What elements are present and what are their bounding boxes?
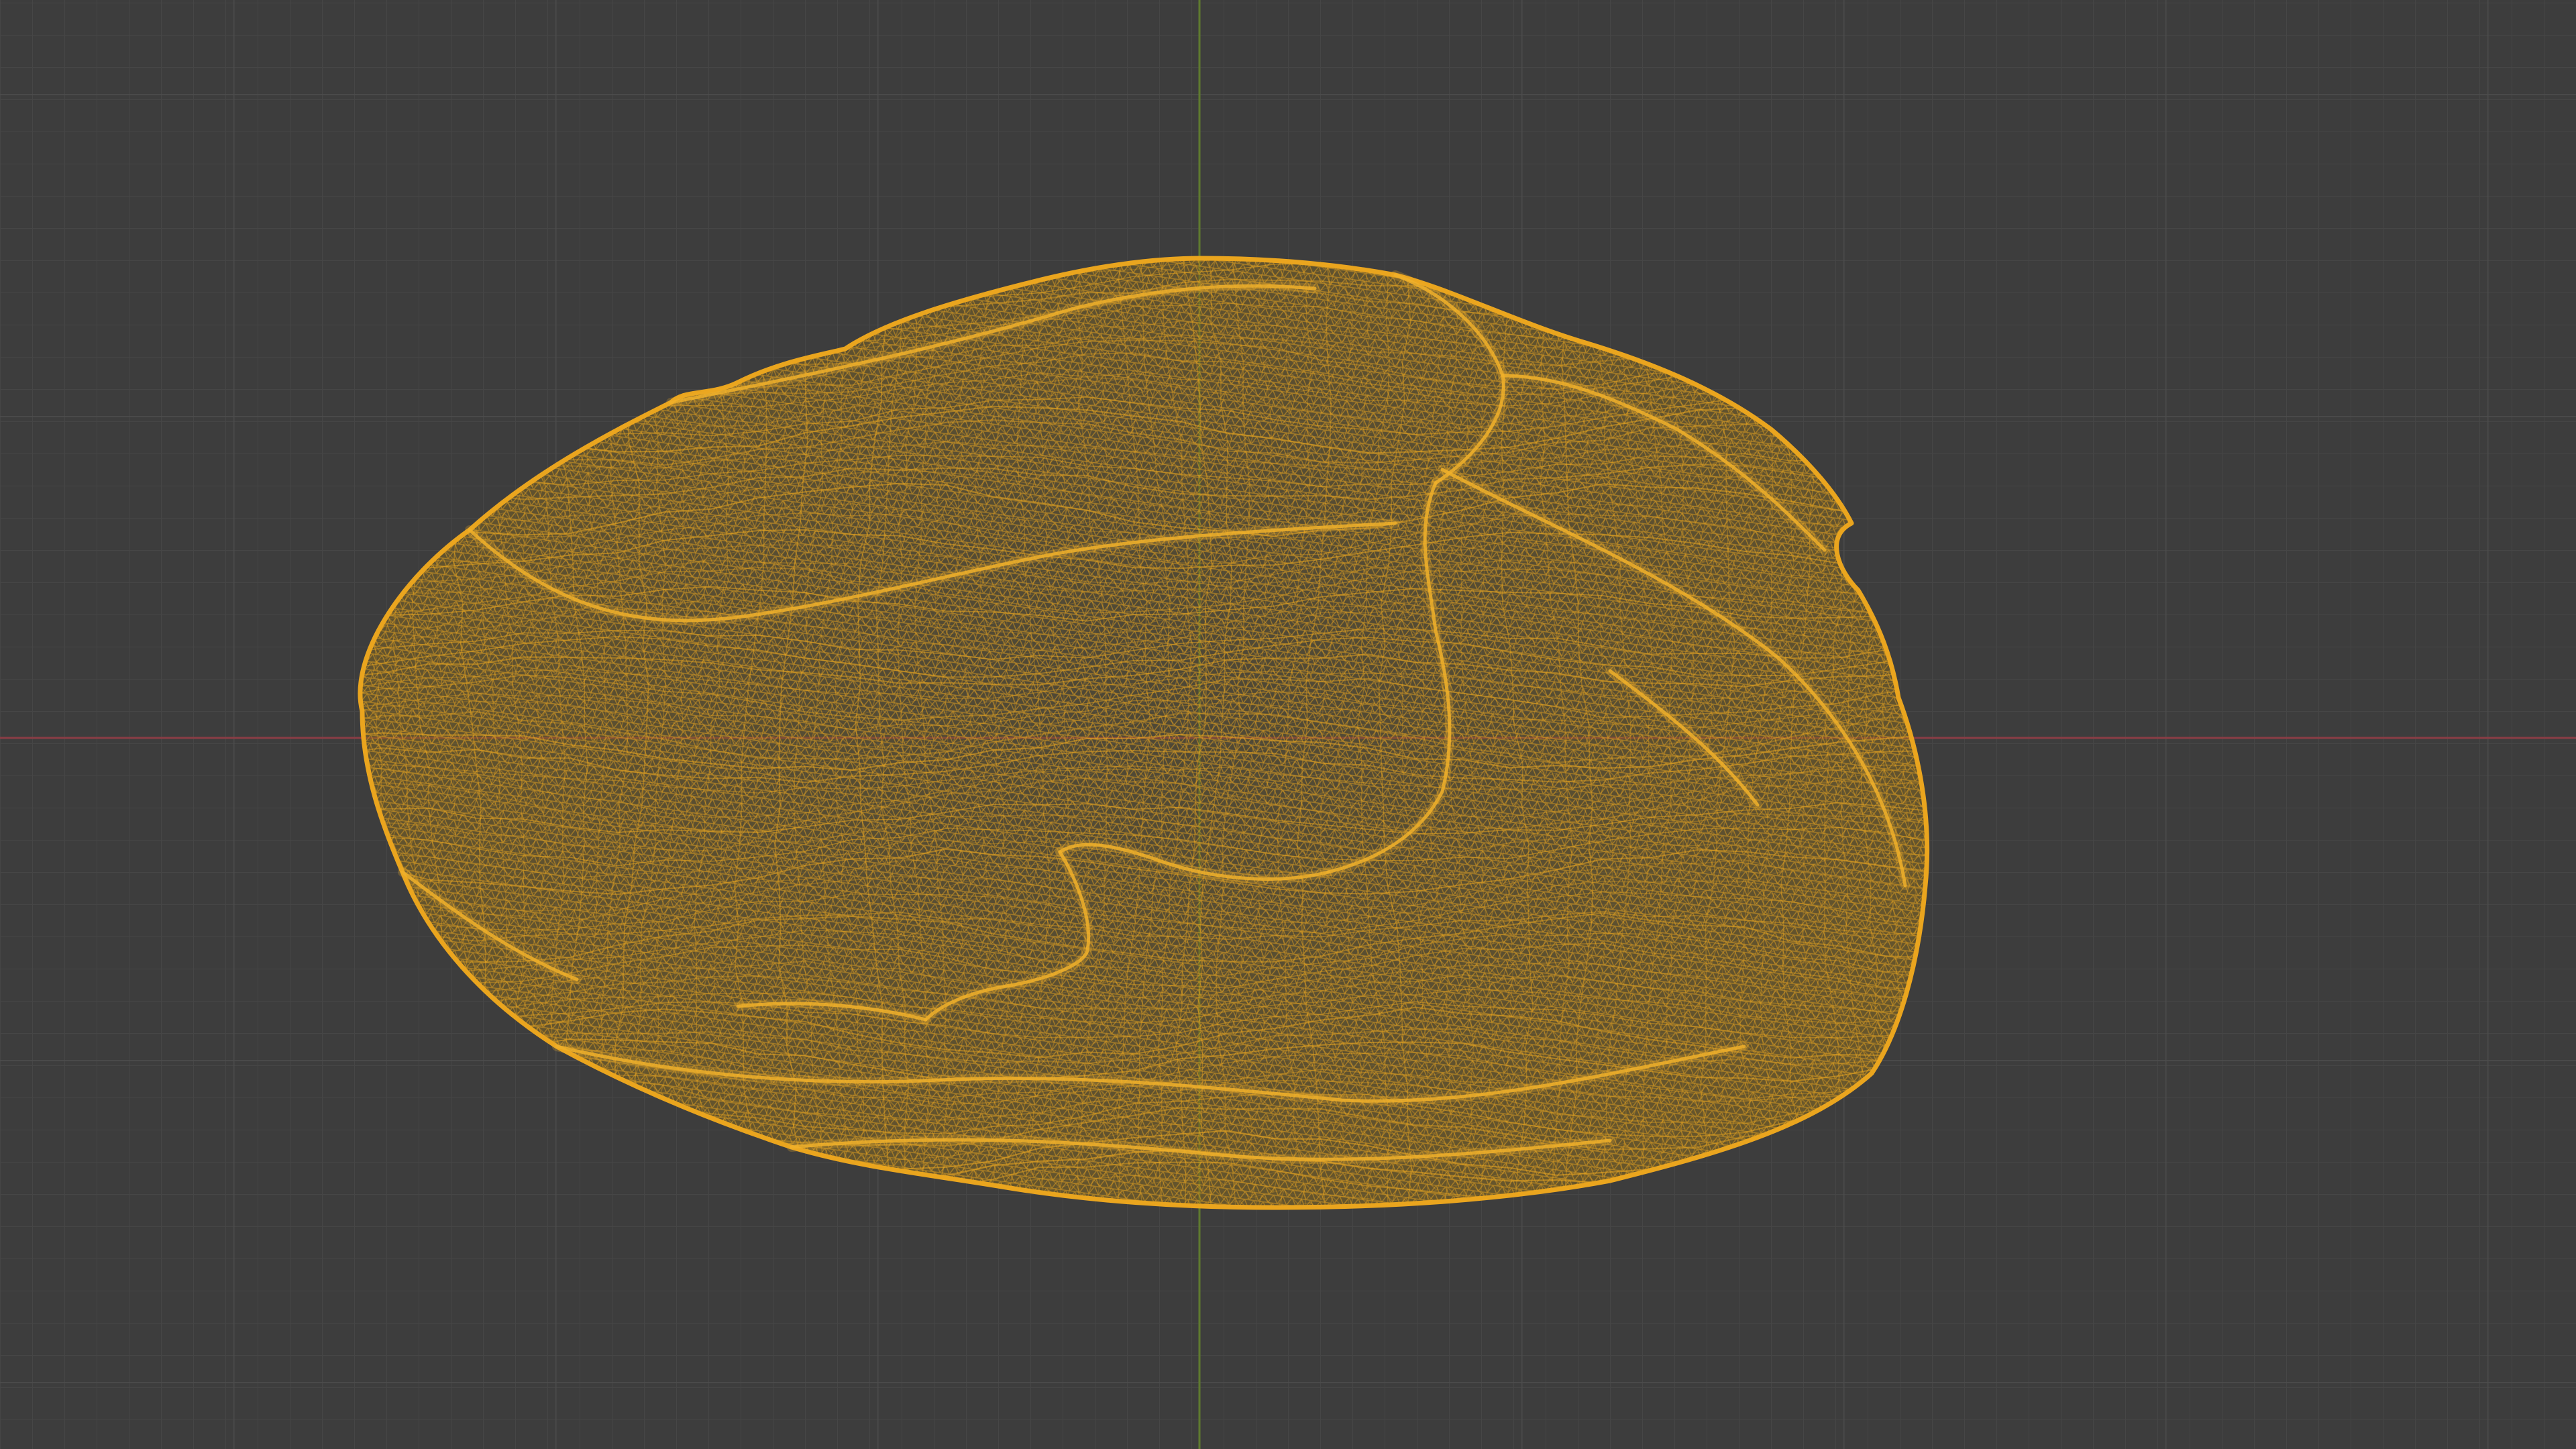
viewport-canvas[interactable] [0,0,2576,1449]
3d-viewport[interactable] [0,0,2576,1449]
